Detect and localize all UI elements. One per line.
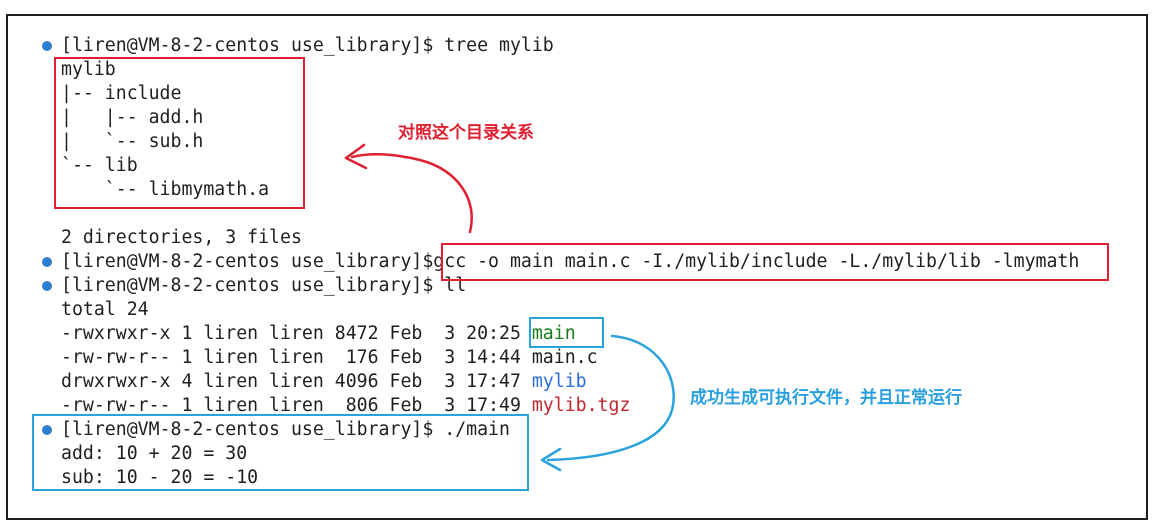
annotation-arrows (344, 143, 675, 472)
red-arrow-icon (350, 152, 473, 234)
blue-arrow-icon (546, 334, 675, 462)
